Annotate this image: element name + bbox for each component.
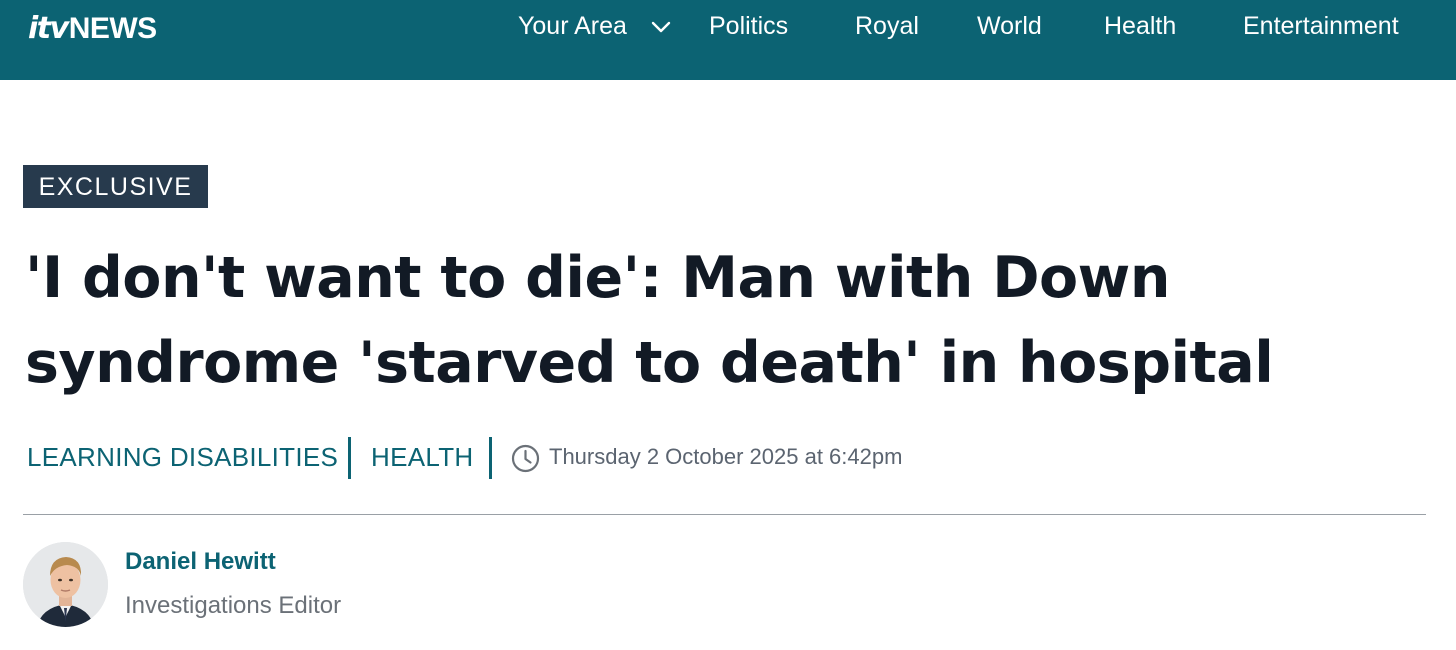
logo-news-text: NEWS bbox=[68, 12, 158, 45]
tag-divider bbox=[489, 437, 492, 479]
nav-royal[interactable]: Royal bbox=[855, 12, 919, 41]
site-header: itv NEWS Your Area Politics Royal World … bbox=[0, 0, 1456, 80]
nav-politics[interactable]: Politics bbox=[709, 12, 788, 41]
author-avatar[interactable] bbox=[23, 542, 108, 627]
article-headline: 'I don't want to die': Man with Down syn… bbox=[25, 245, 1274, 396]
divider bbox=[23, 514, 1426, 515]
author-photo bbox=[23, 542, 108, 627]
nav-world[interactable]: World bbox=[977, 12, 1042, 41]
publish-date: Thursday 2 October 2025 at 6:42pm bbox=[549, 444, 903, 469]
nav-entertainment[interactable]: Entertainment bbox=[1243, 12, 1399, 41]
chevron-down-icon[interactable] bbox=[651, 20, 671, 34]
nav-your-area[interactable]: Your Area bbox=[518, 12, 627, 41]
tag-learning-disabilities[interactable]: LEARNING DISABILITIES bbox=[27, 442, 338, 473]
author-name[interactable]: Daniel Hewitt bbox=[125, 548, 276, 576]
article-meta: LEARNING DISABILITIES HEALTH Thursday 2 … bbox=[0, 430, 1456, 486]
tag-health[interactable]: HEALTH bbox=[371, 442, 473, 473]
logo-itv-text: itv bbox=[28, 11, 69, 46]
itv-news-logo[interactable]: itv NEWS bbox=[28, 11, 157, 46]
exclusive-badge: EXCLUSIVE bbox=[23, 165, 208, 208]
tag-divider bbox=[348, 437, 351, 479]
clock-icon bbox=[511, 444, 540, 473]
author-role: Investigations Editor bbox=[125, 592, 342, 619]
nav-health[interactable]: Health bbox=[1104, 12, 1176, 41]
